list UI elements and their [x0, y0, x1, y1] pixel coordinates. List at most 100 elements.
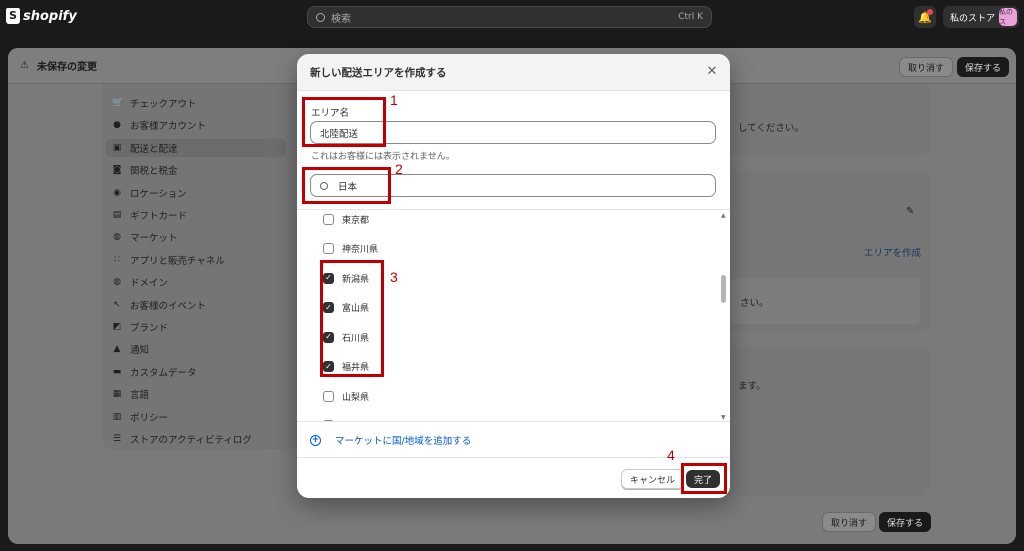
store-menu-button[interactable]: 私のストア 私のス [943, 6, 1019, 28]
scroll-down-arrow-icon[interactable]: ▼ [721, 414, 726, 421]
list-icon: ☰ [112, 434, 122, 444]
sidebar-item-label: ギフトカード [130, 211, 188, 222]
sidebar-item[interactable]: ▦ 言語 [112, 385, 292, 403]
person-icon: ● [113, 120, 121, 131]
globe-icon: ◍ [113, 232, 121, 243]
prefecture-item[interactable]: 神奈川県 [323, 241, 378, 257]
annotation-box-3 [320, 260, 384, 377]
prefecture-item[interactable]: 東京都 [323, 211, 369, 227]
modal-header: 新しい配送エリアを作成する [297, 54, 730, 91]
cart-icon: 🛒 [112, 98, 124, 108]
checkbox[interactable] [323, 243, 334, 254]
prefecture-label: 山梨県 [342, 392, 370, 403]
sidebar-item[interactable]: ▬ カスタムデータ [112, 363, 292, 381]
search-icon [316, 12, 325, 22]
prefecture-item[interactable]: 山梨県 [323, 388, 369, 404]
sidebar-item[interactable]: ◉ ロケーション [112, 184, 292, 202]
scroll-thumb[interactable] [721, 275, 726, 303]
checkbox[interactable] [323, 390, 334, 402]
notifications-button[interactable]: 🔔 [914, 6, 936, 28]
sidebar-item[interactable]: ◍ マーケット [112, 228, 292, 246]
sidebar-item-label: マーケット [130, 233, 178, 245]
sidebar-item[interactable]: ▤ ギフトカード [112, 206, 292, 224]
sidebar-item[interactable]: ☰ ストアのアクティビティログ [112, 430, 292, 448]
create-zone-link[interactable]: エリアを作成 [864, 245, 921, 259]
prefecture-item[interactable]: 長野県 [323, 418, 369, 421]
sidebar-item-label: ストアのアクティビティログ [130, 435, 252, 446]
cancel-button[interactable]: キャンセル [621, 469, 685, 489]
checkbox[interactable] [323, 213, 334, 225]
shopify-bag-icon [6, 8, 20, 24]
settings-sidebar: 🛒 チェックアウト ● お客様アカウント ▣ 配送と配達 ◙ 関税と税金 ◉ ロケーション ▤ ギフト… [102, 84, 302, 449]
database-icon: ▬ [112, 366, 122, 377]
modal-title: 新しい配送エリアを作成する [310, 66, 447, 79]
sidebar-item-label: ブランド [130, 323, 169, 334]
sidebar-item-label: カスタムデータ [130, 367, 197, 379]
store-name: 私のストア [950, 13, 996, 24]
bell-icon: ▲ [113, 344, 121, 355]
sidebar-item-label: 関税と税金 [130, 166, 178, 178]
prefecture-label: 東京都 [342, 215, 370, 226]
annotation-number-3: 3 [390, 269, 398, 285]
settings-card-2: ✎ エリアを作成 さい。 [718, 170, 930, 332]
zone-box: さい。 [730, 278, 920, 324]
unsaved-title: 未保存の変更 [36, 62, 97, 73]
search-shortcut: Ctrl K [678, 12, 703, 22]
sidebar-item[interactable]: ↖ お客様のイベント [112, 296, 292, 314]
edit-pencil-icon[interactable]: ✎ [906, 206, 914, 217]
sidebar-item-label: ポリシー [130, 412, 169, 424]
sidebar-item[interactable]: ◍ ドメイン [112, 273, 292, 291]
scroll-up-arrow-icon[interactable]: ▲ [721, 212, 726, 219]
prefecture-label: 神奈川県 [342, 245, 379, 255]
search-placeholder: 検索 [331, 13, 351, 25]
annotation-box-1 [302, 97, 386, 147]
gift-card-icon: ▤ [112, 210, 122, 220]
sidebar-item-label: ドメイン [130, 278, 169, 290]
checkbox[interactable] [323, 420, 334, 421]
brand-icon: ◩ [112, 322, 122, 332]
card-text-2: さい。 [740, 298, 769, 309]
sidebar-item[interactable]: ▣ 配送と配達 [106, 138, 286, 157]
sidebar-item-label: 言語 [130, 390, 150, 402]
store-avatar: 私のス [999, 8, 1017, 26]
apps-icon: ∷ [114, 254, 120, 265]
sidebar-item[interactable]: ▥ ポリシー [112, 408, 292, 426]
settings-card-1: してください。 [718, 84, 930, 156]
notification-badge [927, 9, 933, 15]
shopify-logo[interactable]: shopify [6, 8, 77, 24]
sidebar-item[interactable]: ◙ 関税と税金 [112, 161, 292, 179]
settings-card-3: ます。 [718, 346, 930, 496]
sidebar-item[interactable]: ∷ アプリと販売チャネル [112, 251, 292, 269]
sidebar-item[interactable]: ◩ ブランド [112, 318, 292, 336]
list-scrollbar[interactable]: ▲ ▼ [719, 210, 727, 421]
money-bag-icon: ◙ [112, 165, 122, 176]
card-text-1: してください。 [738, 123, 804, 134]
sidebar-item-label: ロケーション [130, 188, 187, 200]
annotation-number-4: 4 [667, 447, 675, 463]
modal-footer: キャンセル 完了 [297, 457, 730, 498]
zone-name-help: これはお客様には表示されません。 [311, 152, 455, 162]
add-market-link[interactable]: + マーケットに国/地域を追加する [310, 433, 471, 447]
sidebar-item[interactable]: 🛒 チェックアウト [112, 94, 292, 112]
annotation-number-1: 1 [390, 92, 398, 108]
brand-name: shopify [23, 8, 77, 24]
close-icon[interactable]: ✕ [705, 65, 719, 79]
annotation-number-2: 2 [395, 161, 403, 177]
sidebar-item-label: チェックアウト [130, 99, 197, 110]
cursor-icon: ↖ [113, 299, 121, 310]
discard-button[interactable]: 取り消す [899, 57, 954, 77]
bottom-save-button[interactable]: 保存する [879, 512, 932, 532]
add-market-label: マーケットに国/地域を追加する [335, 436, 472, 447]
language-icon: ▦ [112, 389, 122, 400]
card-text-3: ます。 [738, 381, 766, 392]
bottom-discard-button[interactable]: 取り消す [822, 512, 877, 532]
top-bar: shopify 検索 Ctrl K 🔔 私のストア 私のス [0, 0, 1024, 34]
global-search-input[interactable]: 検索 Ctrl K [307, 6, 712, 28]
plus-circle-icon: + [310, 434, 321, 446]
sidebar-item[interactable]: ● お客様アカウント [112, 116, 292, 134]
save-button[interactable]: 保存する [957, 57, 1010, 77]
sidebar-item[interactable]: ▲ 通知 [112, 340, 292, 358]
warning-icon: ⚠ [20, 60, 29, 71]
sidebar-item-label: 配送と配達 [130, 143, 178, 155]
annotation-box-2 [302, 167, 391, 204]
